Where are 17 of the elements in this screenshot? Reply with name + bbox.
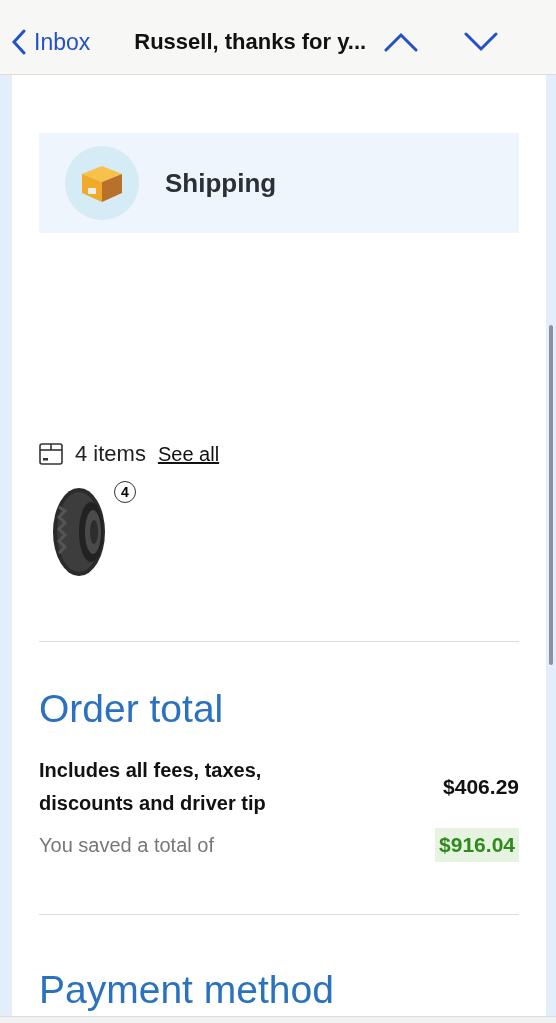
total-description: Includes all fees, taxes, discounts and driver tip — [39, 758, 267, 816]
back-button[interactable]: Inbox — [12, 28, 91, 56]
payment-heading: Payment method — [39, 967, 335, 1013]
shipping-label: Shipping — [165, 167, 277, 199]
item-count: 4 items — [75, 441, 146, 467]
order-total-heading: Order total — [39, 686, 225, 732]
box-icon — [39, 443, 63, 465]
chevron-down-icon[interactable] — [464, 32, 499, 52]
savings-amount: $916.04 — [435, 828, 519, 862]
email-title: Russell, thanks for y... — [134, 29, 367, 55]
quantity-badge: 4 — [114, 481, 136, 503]
scrollbar[interactable] — [549, 325, 553, 665]
savings-label: You saved a total of — [39, 833, 214, 857]
total-amount: $406.29 — [443, 775, 519, 799]
back-chevron-icon — [12, 29, 26, 55]
see-all-link[interactable]: See all — [157, 442, 220, 466]
chevron-up-icon[interactable] — [384, 32, 419, 52]
